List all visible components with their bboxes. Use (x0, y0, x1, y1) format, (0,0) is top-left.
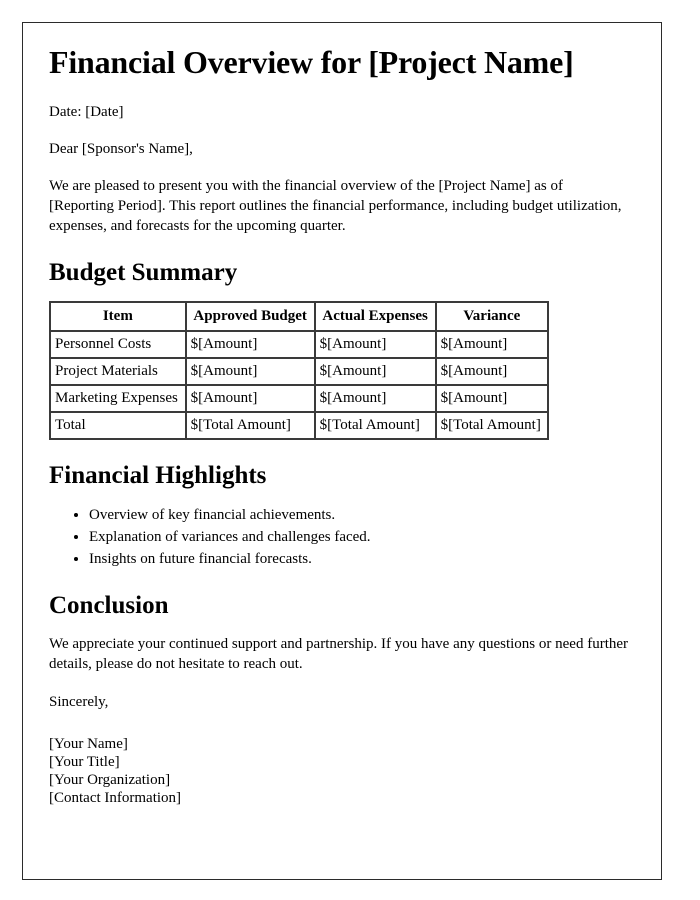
cell-variance: $[Amount] (435, 331, 548, 359)
cell-variance: $[Amount] (435, 385, 548, 413)
cell-approved-budget-total: $[Total Amount] (185, 412, 315, 440)
cell-actual-expenses: $[Amount] (314, 331, 436, 359)
conclusion-heading: Conclusion (49, 592, 169, 620)
table-row-total: Total $[Total Amount] $[Total Amount] $[… (50, 412, 548, 440)
list-item: Overview of key financial achievements. (89, 505, 635, 527)
conclusion-paragraph: We appreciate your continued support and… (49, 636, 629, 672)
cell-variance-total: $[Total Amount] (435, 412, 548, 440)
column-header-variance: Variance (435, 302, 548, 332)
cell-item-total: Total (50, 412, 186, 440)
budget-summary-heading: Budget Summary (49, 258, 238, 286)
closing-line: Sincerely, (49, 693, 109, 710)
document-body: Financial Overview for [Project Name] Da… (49, 44, 635, 807)
cell-item: Personnel Costs (50, 331, 186, 359)
intro-paragraph: We are pleased to present you with the f… (49, 177, 622, 234)
table-row: Personnel Costs $[Amount] $[Amount] $[Am… (50, 331, 548, 359)
cell-approved-budget: $[Amount] (185, 385, 315, 413)
table-row: Project Materials $[Amount] $[Amount] $[… (50, 358, 548, 386)
date-line: Date: [Date] (49, 103, 124, 120)
cell-actual-expenses: $[Amount] (314, 385, 436, 413)
financial-highlights-list: Overview of key financial achievements. … (49, 505, 635, 570)
signature-block: [Your Name] [Your Title] [Your Organizat… (49, 735, 635, 807)
table-header-row: Item Approved Budget Actual Expenses Var… (50, 302, 548, 332)
cell-item: Marketing Expenses (50, 385, 186, 413)
table-row: Marketing Expenses $[Amount] $[Amount] $… (50, 385, 548, 413)
cell-approved-budget: $[Amount] (185, 358, 315, 386)
signature-contact: [Contact Information] (49, 789, 182, 806)
budget-summary-table: Item Approved Budget Actual Expenses Var… (49, 301, 549, 441)
signature-name: [Your Name] (49, 735, 128, 752)
cell-approved-budget: $[Amount] (185, 331, 315, 359)
column-header-item: Item (50, 302, 186, 332)
column-header-actual-expenses: Actual Expenses (314, 302, 436, 332)
salutation-line: Dear [Sponsor's Name], (49, 140, 193, 157)
signature-organization: [Your Organization] (49, 771, 171, 788)
column-header-approved-budget: Approved Budget (185, 302, 315, 332)
cell-variance: $[Amount] (435, 358, 548, 386)
page-title: Financial Overview for [Project Name] (49, 44, 574, 80)
financial-highlights-heading: Financial Highlights (49, 462, 267, 490)
cell-actual-expenses-total: $[Total Amount] (314, 412, 436, 440)
signature-title: [Your Title] (49, 753, 120, 770)
document-page-frame: Financial Overview for [Project Name] Da… (22, 22, 662, 880)
list-item: Insights on future financial forecasts. (89, 549, 635, 571)
list-item: Explanation of variances and challenges … (89, 527, 635, 549)
cell-actual-expenses: $[Amount] (314, 358, 436, 386)
cell-item: Project Materials (50, 358, 186, 386)
